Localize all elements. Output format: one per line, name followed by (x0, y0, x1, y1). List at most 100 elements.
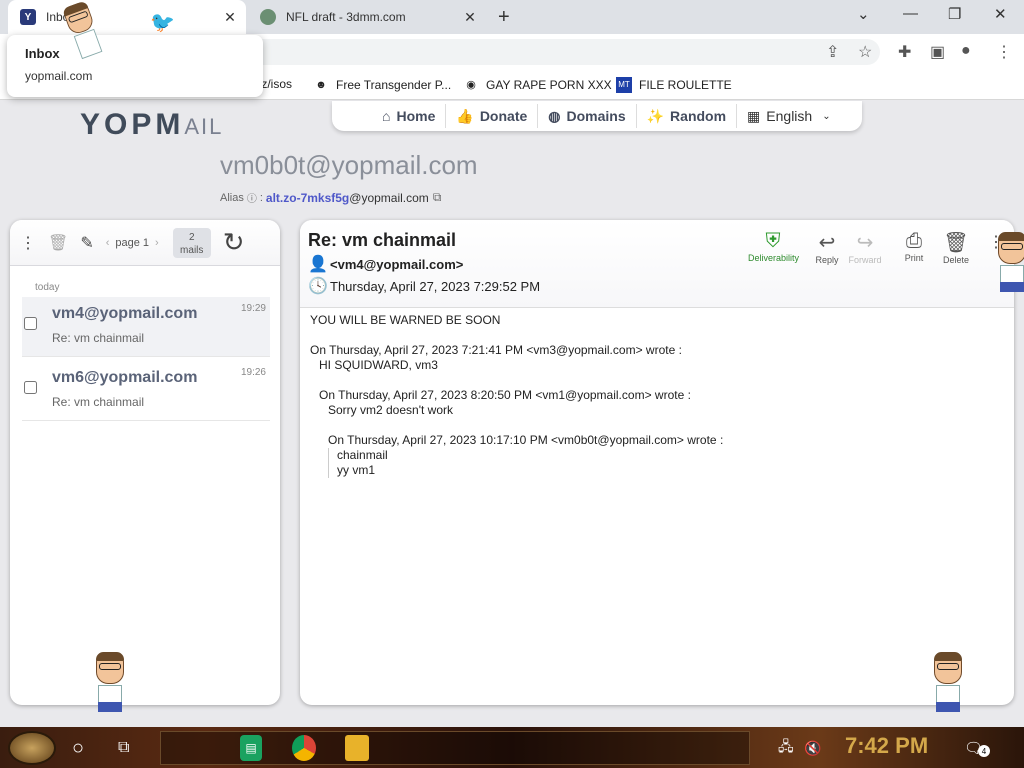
cartoon-figure (93, 652, 127, 712)
tab-nfl-draft[interactable]: NFL draft - 3dmm.com ✕ (250, 0, 486, 34)
yopmail-logo[interactable]: YOPMAIL (80, 108, 223, 142)
side-panel-icon[interactable]: ▣ (930, 42, 945, 62)
prev-page-icon[interactable]: ‹ (106, 237, 110, 249)
magic-wand-icon: ✨ (646, 107, 665, 124)
language-label: English (766, 108, 813, 124)
delete-button[interactable]: 🗑 Delete (931, 230, 981, 265)
share-icon[interactable]: ⇪ (826, 42, 839, 62)
mail-sender: vm4@yopmail.com (52, 305, 198, 322)
quote-text: chainmail (337, 448, 388, 462)
person-icon: 👤 (308, 256, 328, 273)
quote-text: yy vm1 (337, 463, 376, 477)
bookmark-label: tz/isos (258, 77, 293, 91)
refresh-icon[interactable]: ↻ (223, 227, 245, 258)
trash-icon: 🗑 (943, 232, 969, 254)
message-header: Re: vm chainmail 👤 <vm4@yopmail.com> 🕓 T… (300, 220, 1014, 308)
mail-list-item[interactable]: vm6@yopmail.com Re: vm chainmail 19:26 (22, 361, 270, 421)
quote-header: On Thursday, April 27, 2023 8:20:50 PM <… (319, 388, 691, 402)
menu-kebab-icon[interactable]: ⋮ (996, 42, 1012, 62)
tab-list-icon[interactable]: ⌄ (857, 5, 870, 23)
bookmark-label: GAY RAPE PORN XXX (486, 78, 612, 92)
nav-label: Domains (566, 108, 626, 124)
close-tab-icon[interactable]: ✕ (220, 9, 240, 26)
mask-icon: ☻ (315, 79, 327, 91)
profile-icon[interactable]: ● (961, 42, 971, 60)
nav-label: Random (670, 108, 727, 124)
nav-home[interactable]: ⌂ Home (372, 104, 447, 128)
nav-label: Home (396, 108, 436, 124)
network-icon[interactable]: 🖧 (778, 735, 794, 761)
mail-list-item[interactable]: vm4@yopmail.com Re: vm chainmail 19:29 (22, 297, 270, 357)
mail-time: 19:26 (240, 367, 266, 378)
message-panel: Re: vm chainmail 👤 <vm4@yopmail.com> 🕓 T… (300, 220, 1014, 705)
mail-time: 19:29 (240, 303, 266, 314)
globe-icon: ◍ (548, 107, 561, 124)
mail-sender: vm6@yopmail.com (52, 369, 198, 386)
mail-count: 2 (188, 231, 195, 243)
clock-icon: 🕓 (308, 278, 328, 295)
quote-header: On Thursday, April 27, 2023 10:17:10 PM … (328, 433, 724, 447)
home-icon: ⌂ (382, 108, 391, 124)
bookmark-free-transgender[interactable]: ☻ Free Transgender P... (313, 77, 451, 93)
chrome-app-icon[interactable] (292, 735, 316, 761)
next-page-icon[interactable]: › (155, 237, 159, 249)
quote-block: chainmail yy vm1 (328, 448, 723, 478)
alias-line: Alias ⓘ : alt.zo-7mksf5g @yopmail.com ⧉ (220, 190, 441, 205)
action-label: Delete (942, 255, 969, 265)
quote-header: On Thursday, April 27, 2023 7:21:41 PM <… (310, 343, 682, 357)
shield-check-icon: ⛨ (765, 230, 781, 252)
uk-flag-icon: ▦ (747, 107, 761, 124)
action-label: Print (904, 253, 924, 263)
deliverability-button[interactable]: ⛨ Deliverability (748, 230, 799, 263)
taskbar-clock[interactable]: 7:42 PM (845, 733, 928, 759)
task-view-icon[interactable]: ⧉ (118, 735, 129, 761)
copy-icon[interactable]: ⧉ (433, 190, 442, 205)
sheets-app-icon[interactable]: ▤ (240, 735, 262, 761)
omnibox[interactable] (240, 39, 880, 65)
action-label: Reply (815, 255, 839, 265)
mail-checkbox[interactable] (24, 317, 37, 330)
close-tab-icon[interactable]: ✕ (460, 9, 480, 26)
top-nav: ⌂ Home 👍 Donate ◍ Domains ✨ Random ▦ English ⌄ (332, 101, 862, 131)
quote-text: Sorry vm2 doesn't work (328, 403, 453, 417)
nav-domains[interactable]: ◍ Domains (538, 104, 637, 128)
message-date: 🕓 Thursday, April 27, 2023 7:29:52 PM (308, 276, 540, 296)
info-icon[interactable]: ⓘ (247, 190, 257, 205)
tooltip-title: Inbox (25, 46, 60, 61)
start-button[interactable] (8, 731, 56, 765)
tab-inbox[interactable]: Y Inbox ✕ (8, 0, 246, 34)
extensions-icon[interactable]: ✚ (898, 42, 911, 62)
forward-button[interactable]: ↪ Forward (840, 230, 890, 265)
bookmark-isos[interactable]: tz/isos (258, 77, 292, 91)
mailbox-address: vm0b0t@yopmail.com (220, 150, 478, 180)
file-explorer-icon[interactable] (345, 735, 369, 761)
bookmark-file-roulette[interactable]: MT FILE ROULETTE (616, 77, 732, 93)
alias-separator: : (259, 191, 263, 204)
nav-random[interactable]: ✨ Random (637, 104, 738, 128)
search-circle-icon[interactable]: ○ (72, 735, 84, 761)
new-tab-button[interactable]: + (498, 6, 510, 29)
yopmail-favicon-icon: Y (20, 9, 36, 25)
file-icon: MT (616, 77, 632, 93)
trash-icon[interactable]: 🗑 (48, 233, 68, 253)
message-body: YOU WILL BE WARNED BE SOON On Thursday, … (310, 313, 723, 478)
more-options-icon[interactable]: ⋮ (20, 233, 36, 253)
forward-icon: ↪ (856, 232, 874, 254)
tab-tooltip: Inbox yopmail.com (7, 35, 263, 97)
quote-block: HI SQUIDWARD, vm3 On Thursday, April 27,… (310, 358, 723, 478)
nav-label: Donate (479, 108, 528, 124)
bookmark-gay-rape[interactable]: ◉ GAY RAPE PORN XXX (463, 77, 612, 93)
minimize-icon[interactable]: — (903, 5, 918, 22)
language-select[interactable]: ▦ English ⌄ (737, 104, 841, 128)
restore-icon[interactable]: ❐ (948, 5, 961, 23)
nav-donate[interactable]: 👍 Donate (446, 104, 539, 128)
body-text: YOU WILL BE WARNED BE SOON (310, 313, 501, 327)
bookmark-label: FILE ROULETTE (639, 78, 732, 92)
compose-icon[interactable]: ✎ (80, 233, 93, 253)
mail-checkbox[interactable] (24, 381, 37, 394)
bookmark-label: Free Transgender P... (336, 78, 452, 92)
bookmark-star-icon[interactable]: ☆ (858, 42, 872, 62)
globe-icon: ◉ (466, 79, 476, 91)
window-close-icon[interactable]: ✕ (994, 5, 1007, 23)
volume-muted-icon[interactable]: 🔇 (804, 735, 821, 761)
